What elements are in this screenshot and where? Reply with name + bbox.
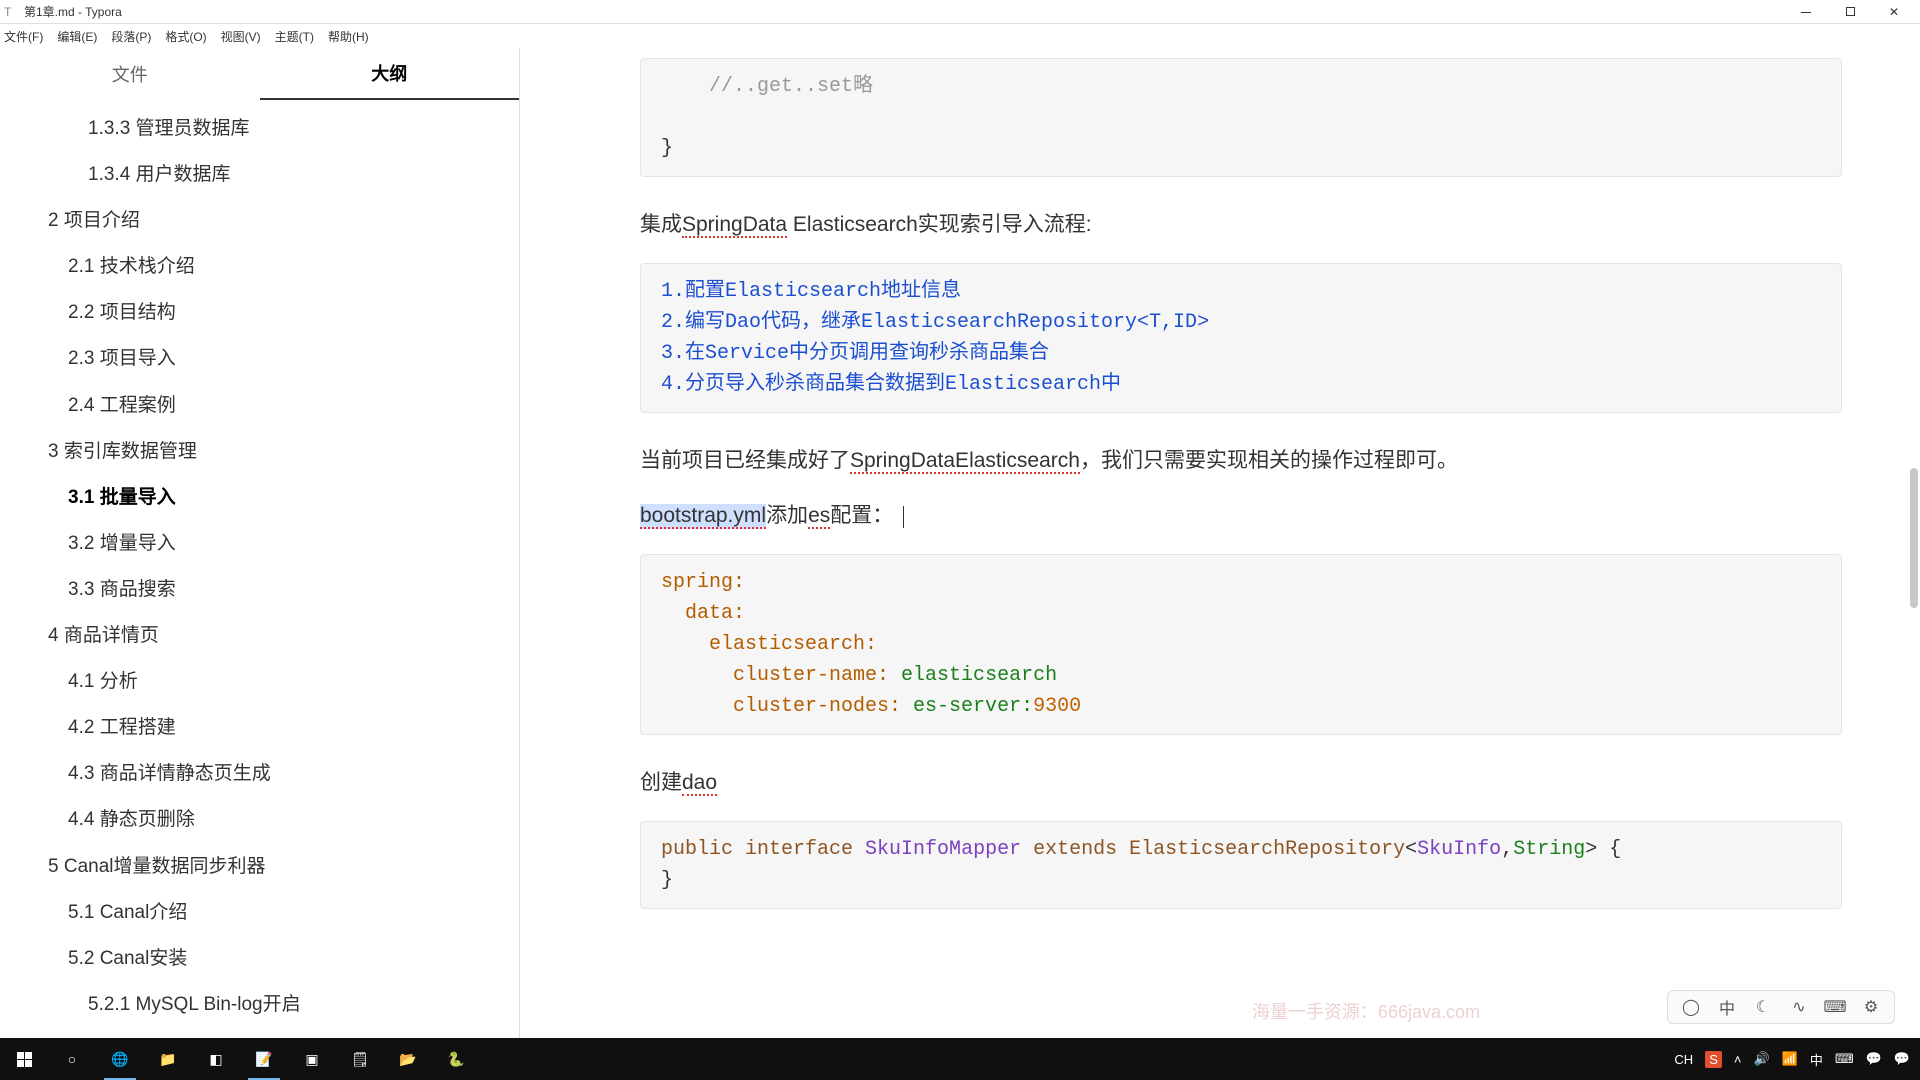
outline-item[interactable]: 2.4 工程案例	[0, 383, 519, 429]
window-title: 第1章.md - Typora	[24, 3, 122, 20]
cortana-icon[interactable]: ○	[48, 1038, 96, 1080]
spellcheck-word: SpringDataElasticsearch	[850, 449, 1080, 474]
code-line: //..get..set略	[661, 75, 873, 98]
outline-item[interactable]: 4 商品详情页	[0, 613, 519, 659]
menu-file[interactable]: 文件(F)	[4, 28, 43, 45]
window-close-button[interactable]: ✕	[1884, 5, 1904, 19]
outline-item[interactable]: 2 项目介绍	[0, 198, 519, 244]
moon-icon[interactable]: ☾	[1752, 996, 1774, 1018]
tray-sogou-icon[interactable]: S	[1705, 1051, 1722, 1068]
window-maximize-button[interactable]	[1840, 5, 1860, 19]
settings-icon[interactable]: ∿	[1788, 996, 1810, 1018]
taskbar-app-chrome[interactable]: 🌐	[96, 1038, 144, 1080]
sidebar-tabs: 文件 大纲	[0, 48, 519, 100]
sidebar: 文件 大纲 1.3.3 管理员数据库1.3.4 用户数据库2 项目介绍2.1 技…	[0, 48, 520, 1038]
tab-files[interactable]: 文件	[0, 49, 260, 99]
outline-item[interactable]: 5.2 Canal安装	[0, 936, 519, 982]
outline-item[interactable]: 5.2.2 Canal安装	[0, 1028, 519, 1038]
editor-area[interactable]: //..get..set略 } 集成SpringData Elasticsear…	[520, 48, 1920, 1038]
tray-wifi-icon[interactable]: 📶	[1782, 1051, 1798, 1067]
taskbar-app-explorer[interactable]: 📁	[144, 1038, 192, 1080]
outline-item[interactable]: 3 索引库数据管理	[0, 429, 519, 475]
outline-item[interactable]: 5 Canal增量数据同步利器	[0, 844, 519, 890]
outline-item[interactable]: 1.3.3 管理员数据库	[0, 106, 519, 152]
tray-language-icon[interactable]: 中	[1810, 1050, 1823, 1069]
outline-item[interactable]: 5.1 Canal介绍	[0, 890, 519, 936]
tray-notifications-icon[interactable]: 💬	[1894, 1051, 1910, 1067]
outline-item[interactable]: 4.3 商品详情静态页生成	[0, 751, 519, 797]
outline-item[interactable]: 3.3 商品搜索	[0, 567, 519, 613]
outline-item[interactable]: 4.4 静态页删除	[0, 797, 519, 843]
outline-item[interactable]: 2.3 项目导入	[0, 336, 519, 382]
sync-icon[interactable]: ◯	[1680, 996, 1702, 1018]
tray-volume-icon[interactable]: 🔊	[1753, 1051, 1769, 1067]
menu-help[interactable]: 帮助(H)	[328, 28, 369, 45]
outline-item[interactable]: 3.2 增量导入	[0, 521, 519, 567]
outline-item[interactable]: 1.3.4 用户数据库	[0, 152, 519, 198]
selected-text: bootstrap.yml	[640, 504, 766, 529]
outline-item[interactable]: 4.1 分析	[0, 659, 519, 705]
code-block-java-dao: public interface SkuInfoMapper extends E…	[640, 821, 1842, 909]
code-block-yaml: spring: data: elasticsearch: cluster-nam…	[640, 554, 1842, 735]
paragraph: 当前项目已经集成好了SpringDataElasticsearch，我们只需要实…	[640, 443, 1842, 479]
code-block-steps: 1.配置Elasticsearch地址信息 2.编写Dao代码，继承Elasti…	[640, 263, 1842, 413]
outline-list: 1.3.3 管理员数据库1.3.4 用户数据库2 项目介绍2.1 技术栈介绍2.…	[0, 100, 519, 1038]
outline-item[interactable]: 2.2 项目结构	[0, 290, 519, 336]
paragraph: bootstrap.yml添加es配置：	[640, 498, 1842, 534]
window-titlebar: T 第1章.md - Typora ✕	[0, 0, 1920, 24]
code-line: }	[661, 137, 673, 160]
keyboard-icon[interactable]: ⌨	[1824, 996, 1846, 1018]
taskbar-app-typora[interactable]: 📝	[240, 1038, 288, 1080]
app-icon: T	[4, 5, 18, 19]
gear-icon[interactable]: ⚙	[1860, 996, 1882, 1018]
menu-format[interactable]: 格式(O)	[165, 28, 206, 45]
paragraph: 集成SpringData Elasticsearch实现索引导入流程:	[640, 207, 1842, 243]
spellcheck-word: SpringData	[682, 213, 787, 238]
outline-item[interactable]: 4.2 工程搭建	[0, 705, 519, 751]
menu-view[interactable]: 视图(V)	[221, 28, 261, 45]
taskbar-app-idea[interactable]: ◧	[192, 1038, 240, 1080]
outline-item[interactable]: 3.1 批量导入	[0, 475, 519, 521]
taskbar-app-python[interactable]: 🐍	[432, 1038, 480, 1080]
outline-item[interactable]: 2.1 技术栈介绍	[0, 244, 519, 290]
tab-outline[interactable]: 大纲	[260, 48, 520, 100]
taskbar-app-terminal[interactable]: ▣	[288, 1038, 336, 1080]
menu-edit[interactable]: 编辑(E)	[57, 28, 97, 45]
outline-item[interactable]: 5.2.1 MySQL Bin-log开启	[0, 982, 519, 1028]
windows-taskbar: ○ 🌐 📁 ◧ 📝 ▣ 🗒 📂 🐍 CH S ˄ 🔊 📶 中 ⌨ 💬 💬	[0, 1038, 1920, 1080]
ime-cn-icon[interactable]: 中	[1716, 996, 1738, 1018]
tray-keyboard-icon[interactable]: ⌨	[1835, 1051, 1854, 1067]
taskbar-app-folder[interactable]: 📂	[384, 1038, 432, 1080]
scrollbar-thumb[interactable]	[1910, 468, 1918, 608]
paragraph: 创建dao	[640, 765, 1842, 801]
editor-right-toolbar: ◯ 中 ☾ ∿ ⌨ ⚙	[1667, 990, 1895, 1024]
tray-ime-label[interactable]: CH	[1674, 1052, 1693, 1067]
taskbar-app-notes[interactable]: 🗒	[336, 1038, 384, 1080]
text-cursor	[903, 506, 904, 528]
start-button[interactable]	[0, 1038, 48, 1080]
tray-chevron-up-icon[interactable]: ˄	[1734, 1052, 1742, 1067]
menu-paragraph[interactable]: 段落(P)	[111, 28, 151, 45]
window-minimize-button[interactable]	[1796, 5, 1816, 19]
tray-wechat-icon[interactable]: 💬	[1866, 1051, 1882, 1067]
menu-theme[interactable]: 主题(T)	[275, 28, 314, 45]
menu-bar: 文件(F) 编辑(E) 段落(P) 格式(O) 视图(V) 主题(T) 帮助(H…	[0, 24, 1920, 48]
code-block-java-top: //..get..set略 }	[640, 58, 1842, 177]
